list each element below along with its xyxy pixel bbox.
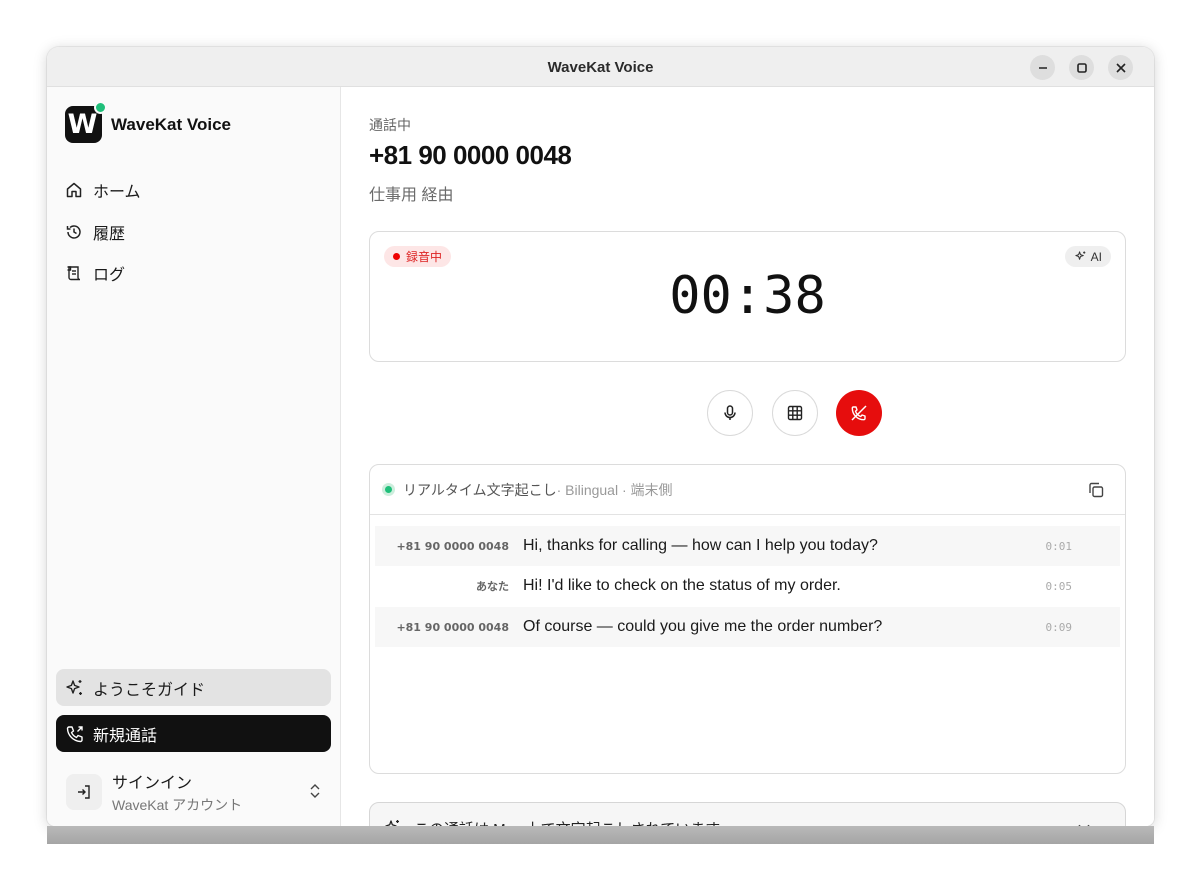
sparkles-icon [66, 679, 82, 695]
brand: W WaveKat Voice [65, 101, 231, 143]
sign-in-icon [78, 785, 90, 799]
transcript-row: +81 90 0000 0048 Of course — could you g… [375, 607, 1120, 647]
transcript-meta: · Bilingual · 端末側 [556, 481, 673, 498]
mute-button[interactable] [707, 390, 753, 436]
caller-number: +81 90 0000 0048 [369, 140, 572, 170]
maximize-button[interactable] [1069, 55, 1094, 80]
sidebar-item-history[interactable]: 履歴 [65, 220, 125, 244]
account-title: サインイン [112, 775, 193, 792]
logo-letter: W [67, 109, 98, 140]
chevron-up-down-icon [310, 784, 320, 798]
on-device-notice-text: この通話は Mac 上で文字起こしされています [414, 818, 720, 826]
welcome-guide-button[interactable]: ようこそガイド [56, 669, 331, 706]
sidebar-item-label: ログ [93, 267, 126, 284]
utterance-timestamp: 0:05 [1045, 579, 1073, 593]
online-status-dot [94, 101, 107, 114]
live-indicator-dot [382, 483, 395, 496]
utterance-text: Hi, thanks for calling — how can I help … [523, 537, 878, 554]
transcript-row: +81 90 0000 0048 Hi, thanks for calling … [375, 526, 1120, 566]
welcome-guide-label: ようこそガイド [93, 681, 206, 699]
sidebar-item-log[interactable]: ログ [65, 261, 125, 285]
call-line-via: 仕事用 経由 [369, 187, 454, 204]
home-icon [66, 182, 82, 198]
account-subtitle: WaveKat アカウント [112, 797, 243, 813]
hang-up-button[interactable] [836, 390, 882, 436]
recording-dot [393, 253, 400, 260]
utterance-text: Hi! I'd like to check on the status of m… [523, 577, 841, 594]
ai-label: AI [1090, 249, 1102, 264]
call-status: 通話中 [369, 117, 411, 133]
sparkles-icon [385, 820, 399, 826]
recording-label: 録音中 [406, 250, 443, 264]
sidebar-item-label: 履歴 [93, 226, 126, 243]
minimize-icon [1038, 66, 1047, 69]
window-title: WaveKat Voice [547, 59, 654, 76]
utterance-timestamp: 0:01 [1045, 539, 1073, 553]
close-icon [1115, 62, 1126, 73]
chevron-down-icon [1078, 824, 1090, 826]
copy-icon[interactable] [1087, 481, 1105, 499]
title-bar: WaveKat Voice [47, 47, 1154, 87]
ai-badge[interactable]: AI [1064, 246, 1111, 267]
microphone-icon [724, 405, 736, 420]
new-call-label: 新規通話 [93, 727, 158, 745]
app-logo: W [65, 101, 107, 143]
on-device-notice[interactable]: この通話は Mac 上で文字起こしされています [369, 802, 1126, 826]
timer-card: 録音中 AI 00:38 [369, 231, 1126, 362]
window-shadow [47, 826, 1154, 844]
app-window: WaveKat Voice W WaveKat Voice ホーム 履歴 ログ … [47, 47, 1154, 826]
sign-in-avatar [66, 774, 102, 810]
minimize-button[interactable] [1030, 55, 1055, 80]
utterance-timestamp: 0:09 [1045, 620, 1073, 634]
speaker-label: +81 90 0000 0048 [396, 539, 509, 553]
utterance-text: Of course — could you give me the order … [523, 618, 883, 635]
sidebar-item-label: ホーム [93, 184, 141, 201]
keypad-button[interactable] [772, 390, 818, 436]
new-call-button[interactable]: 新規通話 [56, 715, 331, 752]
phone-off-icon [851, 405, 867, 421]
account-switcher[interactable]: サインイン WaveKat アカウント [66, 772, 331, 813]
maximize-icon [1076, 62, 1087, 73]
history-icon [66, 225, 81, 239]
sidebar: W WaveKat Voice ホーム 履歴 ログ ようこそガイド 新規通話 サ… [47, 87, 341, 826]
keypad-grid-icon [787, 405, 803, 421]
call-view: 通話中 +81 90 0000 0048 仕事用 経由 録音中 AI 00:38 [342, 87, 1154, 826]
log-icon [67, 266, 81, 281]
brand-name: WaveKat Voice [111, 114, 231, 134]
transcript-header: リアルタイム文字起こし · Bilingual · 端末側 [370, 465, 1125, 515]
recording-badge: 録音中 [384, 246, 452, 267]
sidebar-item-home[interactable]: ホーム [65, 178, 141, 202]
phone-outgoing-icon [66, 725, 83, 742]
live-transcript-panel: リアルタイム文字起こし · Bilingual · 端末側 +81 90 000… [369, 464, 1126, 774]
speaker-label: +81 90 0000 0048 [396, 620, 509, 634]
sparkles-icon [1075, 251, 1085, 260]
transcript-title: リアルタイム文字起こし [403, 481, 557, 498]
transcript-row: あなた Hi! I'd like to check on the status … [375, 566, 1120, 606]
call-timer: 00:38 [669, 266, 826, 326]
speaker-label: あなた [476, 580, 509, 593]
close-button[interactable] [1108, 55, 1133, 80]
